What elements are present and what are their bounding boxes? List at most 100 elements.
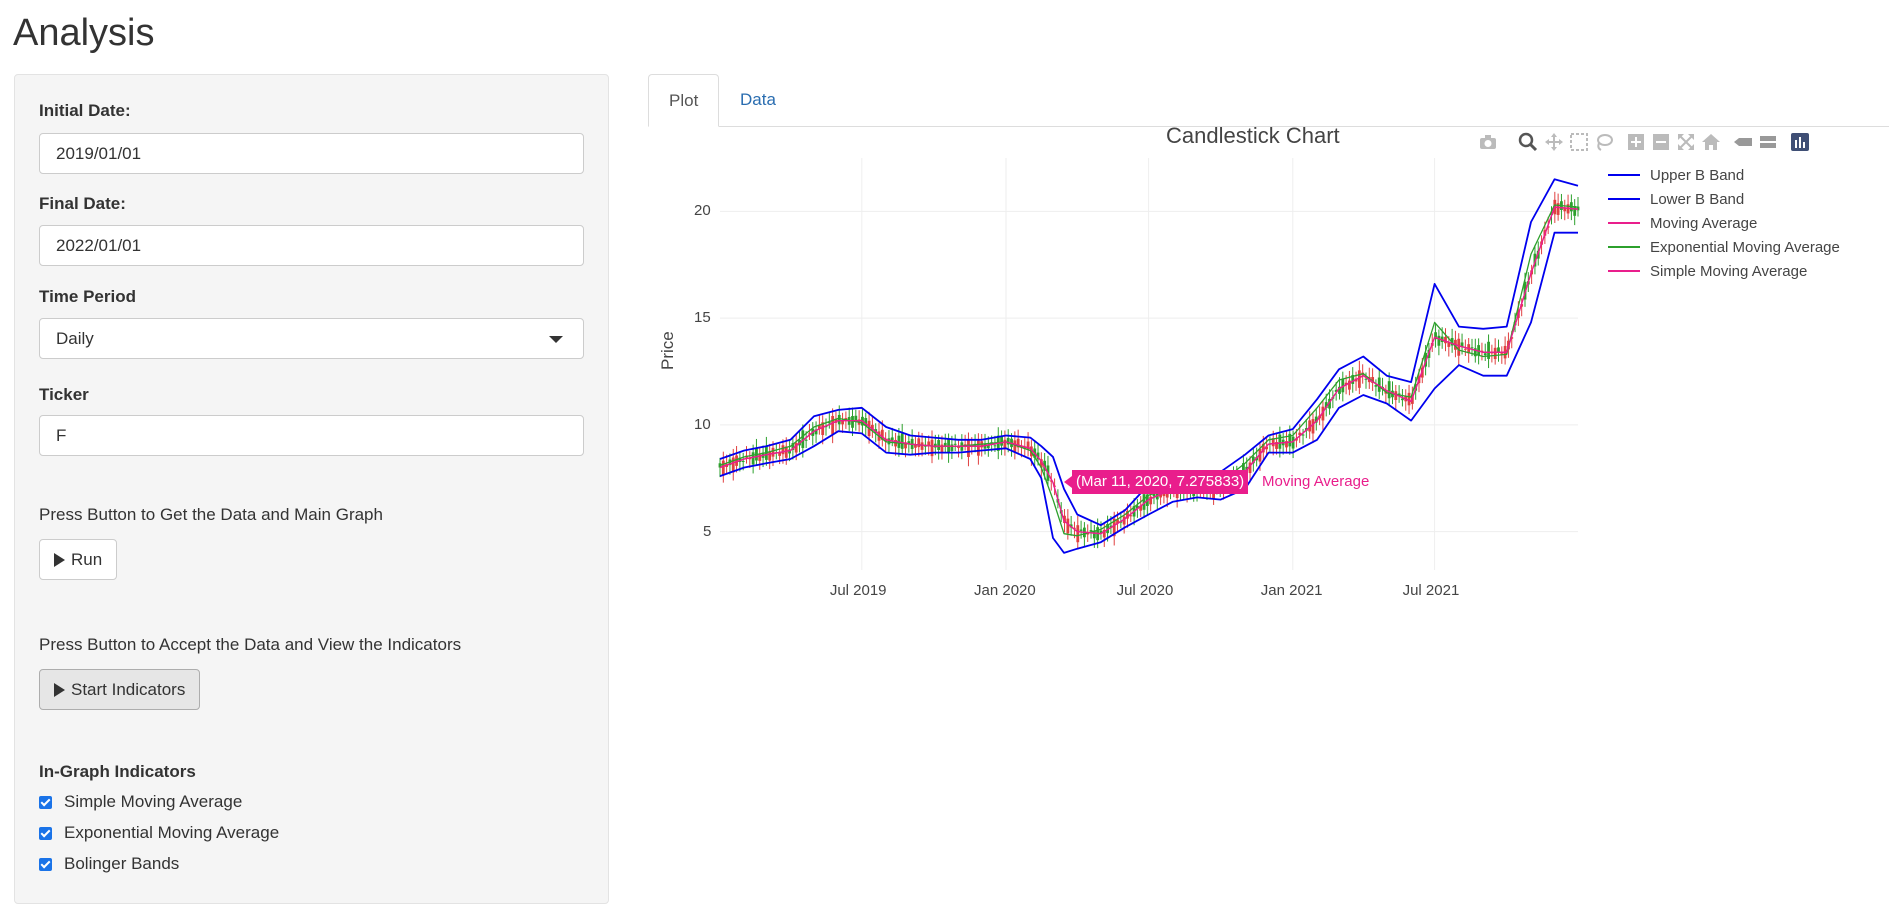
autoscale-icon[interactable] [1676, 132, 1696, 152]
y-tick-label: 10 [694, 415, 711, 433]
checkbox-label: Exponential Moving Average [64, 823, 280, 842]
legend-label: Exponential Moving Average [1650, 238, 1840, 256]
time-period-label: Time Period [39, 287, 136, 306]
legend-item-lower-b-band[interactable]: Lower B Band [1608, 189, 1744, 209]
legend-swatch [1608, 222, 1640, 224]
chart-title: Candlestick Chart [1166, 123, 1340, 148]
candlestick [847, 407, 851, 432]
ticker-input[interactable] [39, 415, 584, 456]
checkbox-checked-icon[interactable] [39, 795, 52, 809]
candlestick [831, 408, 835, 444]
legend-item-sma[interactable]: Simple Moving Average [1608, 261, 1807, 281]
run-button-label: Run [71, 550, 103, 569]
initial-date-label: Initial Date: [39, 101, 131, 120]
candlestick [910, 429, 914, 455]
legend-item-moving-average[interactable]: Moving Average [1608, 213, 1757, 233]
candlestick [1569, 194, 1573, 221]
chart-gridlines [720, 158, 1578, 570]
candlestick [976, 433, 980, 465]
zoom-in-icon[interactable] [1626, 132, 1646, 152]
candlestick [1563, 199, 1567, 221]
zoom-icon[interactable] [1518, 132, 1538, 152]
candlestick [1039, 452, 1043, 477]
candlestick [1497, 339, 1500, 362]
lasso-icon[interactable] [1594, 132, 1614, 152]
start-indicators-label: Start Indicators [71, 680, 186, 699]
zoom-out-icon[interactable] [1651, 132, 1671, 152]
candlestick [1444, 328, 1447, 352]
candlestick [774, 442, 778, 460]
x-tick-label: Jan 2020 [974, 582, 1036, 599]
checkbox-row-sma[interactable]: Simple Moving Average [39, 792, 242, 812]
checkbox-row-bollinger[interactable]: Bolinger Bands [39, 854, 179, 874]
play-icon [54, 552, 65, 567]
candlestick [1503, 336, 1507, 365]
candlestick [758, 446, 762, 470]
checkbox-row-ema[interactable]: Exponential Moving Average [39, 823, 279, 843]
candlestick [1281, 432, 1285, 455]
candlestick [900, 423, 904, 455]
candlestick [1076, 515, 1080, 550]
legend-swatch [1608, 198, 1640, 200]
chevron-down-icon [549, 336, 563, 343]
play-icon [54, 682, 65, 697]
x-tick-label: Jan 2021 [1260, 582, 1323, 599]
candlestick [1321, 400, 1325, 430]
candlestick [973, 434, 977, 453]
ticker-label: Ticker [39, 385, 89, 404]
candlestick [768, 443, 772, 470]
plotly-logo-icon[interactable] [1790, 132, 1810, 152]
legend-swatch [1608, 246, 1640, 248]
candlestick [1437, 329, 1441, 356]
candlestick [1487, 334, 1490, 369]
candlestick [894, 432, 897, 456]
candlestick [957, 440, 960, 458]
candlestick [963, 434, 967, 451]
candlestick [1493, 338, 1497, 365]
legend-item-upper-b-band[interactable]: Upper B Band [1608, 165, 1744, 185]
page-title: Analysis [13, 12, 155, 54]
tab-plot[interactable]: Plot [648, 74, 719, 127]
run-button[interactable]: Run [39, 539, 118, 580]
candlestick [980, 433, 984, 457]
candlestick [841, 412, 844, 433]
x-tick-label: Jul 2019 [829, 582, 887, 599]
pan-icon[interactable] [1544, 132, 1564, 152]
candlestick [1377, 368, 1381, 400]
compare-data-icon[interactable] [1758, 132, 1778, 152]
run-help-text: Press Button to Get the Data and Main Gr… [39, 505, 383, 524]
candlestick [764, 436, 768, 466]
legend-item-ema[interactable]: Exponential Moving Average [1608, 237, 1840, 257]
spike-lines-icon[interactable] [1733, 132, 1753, 152]
candlestick [1311, 413, 1315, 444]
y-axis-title: Price [658, 331, 677, 370]
legend-label: Upper B Band [1650, 166, 1745, 184]
candlestick [1490, 344, 1494, 363]
candlestick [1560, 193, 1563, 220]
tab-data[interactable]: Data [720, 74, 796, 126]
candlestick [1351, 367, 1355, 393]
candlestick [870, 415, 874, 438]
legend-label: Moving Average [1650, 214, 1758, 232]
candlestick [890, 427, 894, 447]
initial-date-input[interactable] [39, 133, 584, 174]
candlestick [1374, 379, 1378, 397]
camera-icon[interactable] [1478, 132, 1498, 152]
checkbox-checked-icon[interactable] [39, 826, 52, 840]
hover-tooltip: (Mar 11, 2020, 7.275833) [1072, 470, 1249, 494]
candlestick [1314, 407, 1318, 431]
final-date-label: Final Date: [39, 194, 126, 213]
reset-axes-icon[interactable] [1701, 132, 1721, 152]
time-period-select[interactable]: Daily [39, 318, 584, 359]
candlestick [967, 432, 970, 467]
candlestick [1079, 520, 1083, 539]
y-tick-label: 20 [694, 202, 711, 220]
final-date-input[interactable] [39, 225, 584, 266]
y-tick-label: 5 [703, 522, 712, 540]
candlestick [1394, 384, 1398, 410]
box-select-icon[interactable] [1569, 132, 1589, 152]
candlestick [755, 438, 758, 466]
start-indicators-button[interactable]: Start Indicators [39, 669, 201, 710]
checkbox-checked-icon[interactable] [39, 857, 52, 871]
candlestick [1016, 429, 1020, 455]
